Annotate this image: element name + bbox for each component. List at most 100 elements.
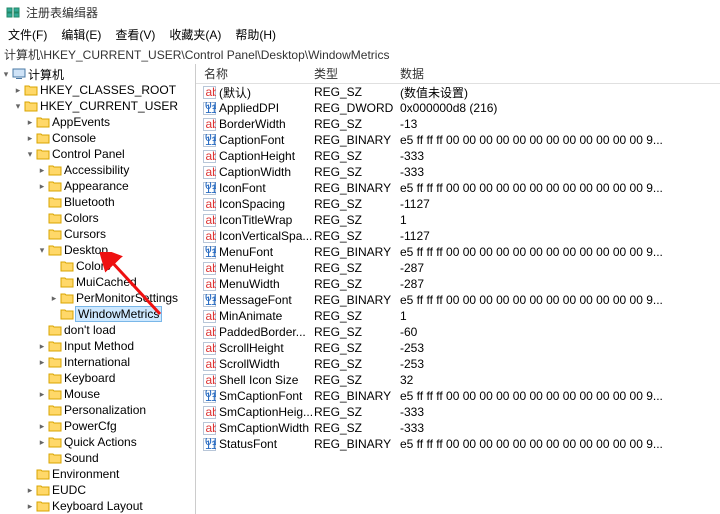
tree-cp-accessibility[interactable]: ▸Accessibility [0, 162, 195, 178]
col-data[interactable]: 数据 [400, 65, 720, 82]
svg-text:ab: ab [205, 406, 216, 419]
tree-cp-keyboard[interactable]: Keyboard [0, 370, 195, 386]
tree-cp-don-t-load[interactable]: don't load [0, 322, 195, 338]
folder-icon [48, 228, 62, 240]
expand-icon[interactable]: ▸ [36, 421, 48, 432]
list-row[interactable]: abMenuWidthREG_SZ-287 [196, 276, 720, 292]
expand-icon[interactable]: ▸ [24, 485, 36, 496]
expand-icon[interactable]: ▸ [36, 389, 48, 400]
tree-desktop-permonitorsettings[interactable]: ▸PerMonitorSettings [0, 290, 195, 306]
tree-hkcu-console[interactable]: ▸Console [0, 130, 195, 146]
value-data: -253 [400, 341, 720, 355]
tree-label: Colors [76, 259, 111, 273]
value-type: REG_SZ [314, 405, 400, 419]
tree-computer[interactable]: ▾计算机 [0, 66, 195, 82]
svg-text:ab: ab [205, 198, 216, 211]
tree-cp-colors[interactable]: Colors [0, 210, 195, 226]
reg-str-icon: ab [202, 149, 216, 163]
expand-icon[interactable]: ▾ [12, 101, 24, 112]
tree-desktop-muicached[interactable]: MuiCached [0, 274, 195, 290]
tree-cp-cursors[interactable]: Cursors [0, 226, 195, 242]
menu-help[interactable]: 帮助(H) [235, 26, 276, 42]
list-row[interactable]: 011110SmCaptionFontREG_BINARYe5 ff ff ff… [196, 388, 720, 404]
svg-text:110: 110 [205, 294, 216, 307]
svg-text:ab: ab [205, 86, 216, 99]
folder-icon [60, 292, 74, 304]
tree-hkcr[interactable]: ▸HKEY_CLASSES_ROOT [0, 82, 195, 98]
expand-icon[interactable]: ▸ [36, 437, 48, 448]
tree-desktop-colors[interactable]: Colors [0, 258, 195, 274]
folder-icon [36, 116, 50, 128]
menu-view[interactable]: 查看(V) [115, 26, 155, 42]
list-row[interactable]: abShell Icon SizeREG_SZ32 [196, 372, 720, 388]
list-row[interactable]: 011110MenuFontREG_BINARYe5 ff ff ff 00 0… [196, 244, 720, 260]
list-row[interactable]: abSmCaptionHeig...REG_SZ-333 [196, 404, 720, 420]
menu-edit[interactable]: 编辑(E) [61, 26, 101, 42]
list-row[interactable]: abIconVerticalSpa...REG_SZ-1127 [196, 228, 720, 244]
tree-cp-mouse[interactable]: ▸Mouse [0, 386, 195, 402]
list-header: 名称 类型 数据 [196, 64, 720, 84]
list-row[interactable]: 011110CaptionFontREG_BINARYe5 ff ff ff 0… [196, 132, 720, 148]
expand-icon[interactable]: ▸ [12, 85, 24, 96]
list-row[interactable]: 011110IconFontREG_BINARYe5 ff ff ff 00 0… [196, 180, 720, 196]
tree-panel[interactable]: ▾计算机▸HKEY_CLASSES_ROOT▾HKEY_CURRENT_USER… [0, 64, 196, 514]
value-data: e5 ff ff ff 00 00 00 00 00 00 00 00 00 0… [400, 437, 720, 451]
reg-str-icon: ab [202, 341, 216, 355]
col-type[interactable]: 类型 [314, 65, 400, 82]
list-row[interactable]: abPaddedBorder...REG_SZ-60 [196, 324, 720, 340]
menu-file[interactable]: 文件(F) [8, 26, 47, 42]
expand-icon[interactable]: ▾ [0, 69, 12, 80]
list-row[interactable]: abIconTitleWrapREG_SZ1 [196, 212, 720, 228]
tree-cp-input-method[interactable]: ▸Input Method [0, 338, 195, 354]
list-row[interactable]: 011110AppliedDPIREG_DWORD0x000000d8 (216… [196, 100, 720, 116]
list-row[interactable]: 011110MessageFontREG_BINARYe5 ff ff ff 0… [196, 292, 720, 308]
value-data: -1127 [400, 197, 720, 211]
expand-icon[interactable]: ▸ [24, 133, 36, 144]
tree-desktop-windowmetrics[interactable]: WindowMetrics [0, 306, 195, 322]
list-row[interactable]: abMinAnimateREG_SZ1 [196, 308, 720, 324]
value-name: MinAnimate [219, 309, 282, 323]
tree-hkcu-eudc[interactable]: ▸EUDC [0, 482, 195, 498]
svg-text:ab: ab [205, 310, 216, 323]
tree-cp-sound[interactable]: Sound [0, 450, 195, 466]
tree-hkcu-keyboard-layout[interactable]: ▸Keyboard Layout [0, 498, 195, 514]
tree-cp-appearance[interactable]: ▸Appearance [0, 178, 195, 194]
tree-cp-personalization[interactable]: Personalization [0, 402, 195, 418]
tree-cp-quick-actions[interactable]: ▸Quick Actions [0, 434, 195, 450]
expand-icon[interactable]: ▸ [48, 293, 60, 304]
expand-icon[interactable]: ▾ [24, 149, 36, 160]
tree-cp-desktop[interactable]: ▾Desktop [0, 242, 195, 258]
list-row[interactable]: abScrollWidthREG_SZ-253 [196, 356, 720, 372]
tree-hkcu-environment[interactable]: Environment [0, 466, 195, 482]
col-name[interactable]: 名称 [196, 65, 314, 82]
expand-icon[interactable]: ▸ [36, 181, 48, 192]
tree-cp-international[interactable]: ▸International [0, 354, 195, 370]
folder-icon [12, 68, 26, 80]
list-row[interactable]: abIconSpacingREG_SZ-1127 [196, 196, 720, 212]
list-row[interactable]: abBorderWidthREG_SZ-13 [196, 116, 720, 132]
expand-icon[interactable]: ▸ [36, 357, 48, 368]
list-row[interactable]: abCaptionWidthREG_SZ-333 [196, 164, 720, 180]
expand-icon[interactable]: ▸ [24, 117, 36, 128]
list-row[interactable]: ab(默认)REG_SZ(数值未设置) [196, 84, 720, 100]
value-data: 1 [400, 213, 720, 227]
list-panel: 名称 类型 数据 ab(默认)REG_SZ(数值未设置)011110Applie… [196, 64, 720, 514]
list-row[interactable]: abScrollHeightREG_SZ-253 [196, 340, 720, 356]
expand-icon[interactable]: ▾ [36, 245, 48, 256]
tree-cp-powercfg[interactable]: ▸PowerCfg [0, 418, 195, 434]
address-bar[interactable]: 计算机\HKEY_CURRENT_USER\Control Panel\Desk… [0, 44, 720, 64]
menu-favorites[interactable]: 收藏夹(A) [169, 26, 221, 42]
expand-icon[interactable]: ▸ [36, 165, 48, 176]
tree-hkcu[interactable]: ▾HKEY_CURRENT_USER [0, 98, 195, 114]
tree-hkcu-control-panel[interactable]: ▾Control Panel [0, 146, 195, 162]
list-row[interactable]: abMenuHeightREG_SZ-287 [196, 260, 720, 276]
tree-hkcu-appevents[interactable]: ▸AppEvents [0, 114, 195, 130]
reg-str-icon: ab [202, 165, 216, 179]
value-name: SmCaptionHeig... [219, 405, 313, 419]
list-row[interactable]: abCaptionHeightREG_SZ-333 [196, 148, 720, 164]
list-row[interactable]: abSmCaptionWidthREG_SZ-333 [196, 420, 720, 436]
expand-icon[interactable]: ▸ [36, 341, 48, 352]
expand-icon[interactable]: ▸ [24, 501, 36, 512]
tree-cp-bluetooth[interactable]: Bluetooth [0, 194, 195, 210]
list-row[interactable]: 011110StatusFontREG_BINARYe5 ff ff ff 00… [196, 436, 720, 452]
